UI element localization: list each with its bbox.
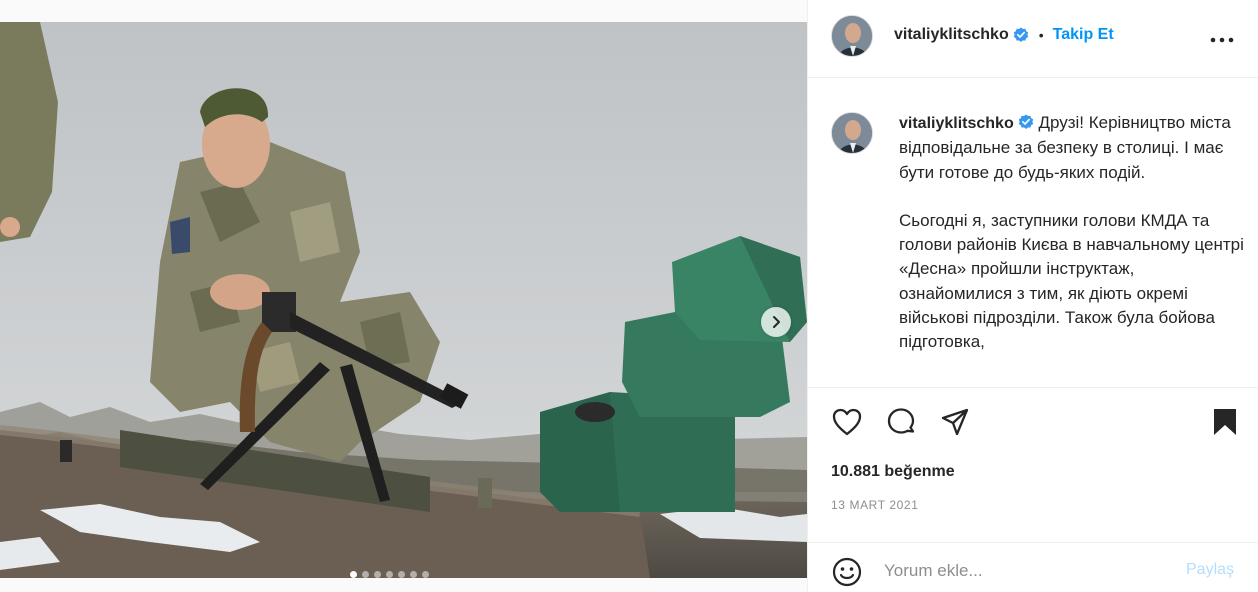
comment-bar: Paylaş <box>808 542 1258 592</box>
post-header: vitaliyklitschko • Takip Et <box>808 0 1258 78</box>
verified-badge-icon <box>1013 27 1029 43</box>
instagram-post: vitaliyklitschko • Takip Et vitaliyklits… <box>0 0 1258 592</box>
avatar[interactable] <box>831 15 873 57</box>
photo-scene <box>0 22 807 578</box>
heart-icon <box>832 408 862 436</box>
carousel-dot <box>422 571 429 578</box>
comment-input[interactable] <box>884 557 1164 585</box>
avatar-image <box>832 16 872 56</box>
post-comment-button[interactable]: Paylaş <box>1186 561 1234 579</box>
bookmark-icon <box>1214 409 1236 435</box>
avatar-image <box>832 113 872 153</box>
save-button[interactable] <box>1208 405 1242 439</box>
caption-section: vitaliyklitschko Друзі! Керівництво міст… <box>808 79 1258 386</box>
caption-paragraph-2: Сьогодні я, заступники голови КМДА та го… <box>899 210 1244 352</box>
emoji-icon <box>832 557 862 587</box>
carousel-dot <box>386 571 393 578</box>
carousel-dot <box>362 571 369 578</box>
emoji-button[interactable] <box>830 555 864 589</box>
caption-username[interactable]: vitaliyklitschko <box>899 115 1014 132</box>
caption-avatar[interactable] <box>831 112 873 154</box>
like-button[interactable] <box>830 405 864 439</box>
media-top-margin <box>0 0 807 22</box>
carousel-indicator <box>350 571 429 578</box>
more-options-button[interactable] <box>1210 28 1234 52</box>
carousel-dot <box>398 571 405 578</box>
carousel-next-button[interactable] <box>761 307 791 337</box>
share-icon <box>941 408 969 436</box>
media-bottom-margin <box>0 578 807 592</box>
carousel-dot <box>374 571 381 578</box>
post-actions: 10.881 beğenme 13 MART 2021 <box>808 387 1258 527</box>
verified-badge-icon <box>1018 113 1034 129</box>
likes-count[interactable]: 10.881 beğenme <box>831 463 955 481</box>
carousel-dot <box>350 571 357 578</box>
post-photo[interactable] <box>0 22 807 578</box>
carousel-dot <box>410 571 417 578</box>
follow-button[interactable]: Takip Et <box>1053 26 1114 44</box>
chevron-right-icon <box>773 316 780 328</box>
more-options-icon <box>1210 37 1234 43</box>
post-date[interactable]: 13 MART 2021 <box>831 498 918 512</box>
share-button[interactable] <box>938 405 972 439</box>
post-sidebar: vitaliyklitschko • Takip Et vitaliyklits… <box>807 0 1258 592</box>
header-separator: • <box>1038 27 1044 43</box>
header-username[interactable]: vitaliyklitschko <box>894 26 1009 44</box>
comment-icon <box>887 408 915 434</box>
comment-button[interactable] <box>884 405 918 439</box>
post-caption: vitaliyklitschko Друзі! Керівництво міст… <box>899 111 1244 355</box>
